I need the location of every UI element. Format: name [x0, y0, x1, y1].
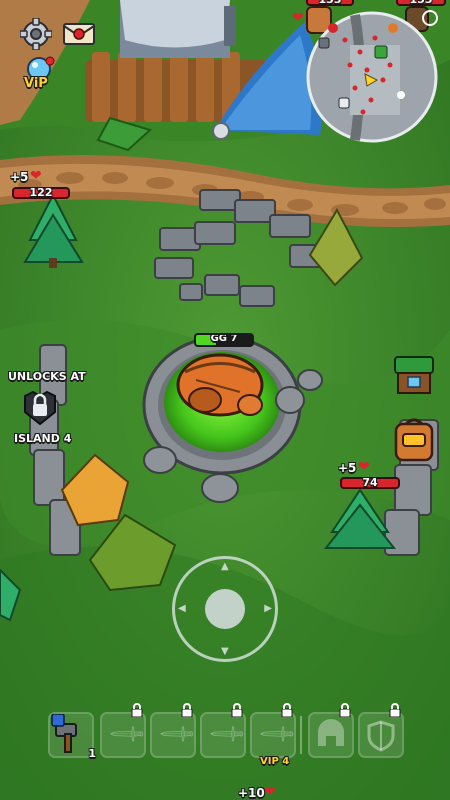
padlock-icon — [388, 702, 402, 718]
slot-helmet[interactable] — [308, 703, 354, 758]
arrow-right-icon: ▶ — [264, 603, 272, 614]
sword-icon: 🗡 — [256, 713, 298, 755]
tree-health-bar: 122 — [12, 186, 70, 199]
gear-icon — [19, 17, 53, 51]
slot-hammer[interactable]: 1 — [48, 712, 96, 760]
hammer-icon — [51, 714, 77, 753]
tree-bonus-label: +5 — [10, 170, 29, 184]
slot-sword-4[interactable]: 🗡 — [250, 703, 298, 758]
padlock-icon — [338, 702, 352, 718]
minimap-graphic — [306, 11, 438, 143]
joystick-knob[interactable] — [205, 589, 245, 629]
toolbar-divider — [300, 716, 302, 754]
arrow-up-icon: ▲ — [221, 561, 229, 572]
slot-sword-1[interactable]: 🗡 — [100, 703, 148, 758]
helmet-icon — [318, 719, 344, 746]
enemy-name-bar: GG 7 — [194, 333, 254, 347]
slot-sword-2[interactable]: 🗡 — [150, 703, 198, 758]
game-scene: ViP 133 153 ❤ +5 ❤ 122 GG 7 UNLOCKS AT I… — [0, 0, 450, 800]
vip-label: ViP — [24, 76, 48, 91]
slot-sword-3[interactable]: 🗡 — [200, 703, 248, 758]
shop-button[interactable] — [392, 353, 436, 397]
heart-icon: ❤ — [358, 459, 370, 475]
lock-shield-icon — [21, 388, 59, 426]
arrow-down-icon: ▼ — [221, 646, 229, 657]
zoom-icon[interactable] — [422, 10, 438, 26]
heart-icon: ❤ — [292, 10, 304, 26]
shield-icon — [367, 720, 395, 752]
tree-hp-value: 122 — [29, 186, 53, 199]
virtual-joystick[interactable]: ▲ ▼ ◀ ▶ — [172, 556, 278, 662]
settings-button[interactable] — [19, 17, 53, 51]
vip-requirement-label: VIP 4 — [260, 756, 290, 767]
inventory-button[interactable] — [393, 418, 435, 464]
tree-health-bar-right: 74 — [340, 476, 400, 489]
tree-hp-value-right: 74 — [362, 476, 378, 489]
padlock-icon — [280, 702, 294, 718]
heart-icon: ❤ — [264, 784, 276, 800]
backpack-icon — [394, 418, 434, 462]
hammer-count: 1 — [88, 747, 96, 760]
enemy-name: GG 7 — [210, 333, 238, 344]
mail-button[interactable] — [62, 20, 96, 48]
padlock-icon — [230, 702, 244, 718]
slot-shield[interactable] — [358, 703, 404, 758]
sword-icon: 🗡 — [156, 713, 198, 755]
envelope-icon — [63, 23, 95, 45]
shop-icon — [394, 356, 434, 394]
padlock-icon — [180, 702, 194, 718]
minimap[interactable] — [305, 10, 440, 145]
padlock-icon — [130, 702, 144, 718]
bottom-bonus-label: +10 — [238, 786, 265, 800]
tree-bonus-label-right: +5 — [338, 461, 357, 475]
unlock-text-top: UNLOCKS AT — [8, 370, 86, 383]
sword-icon: 🗡 — [206, 713, 248, 755]
vip-button[interactable]: ViP — [20, 56, 58, 96]
unlock-text-bottom: ISLAND 4 — [14, 432, 72, 445]
arrow-left-icon: ◀ — [178, 603, 186, 614]
heart-icon: ❤ — [30, 168, 42, 184]
sword-icon: 🗡 — [106, 713, 148, 755]
